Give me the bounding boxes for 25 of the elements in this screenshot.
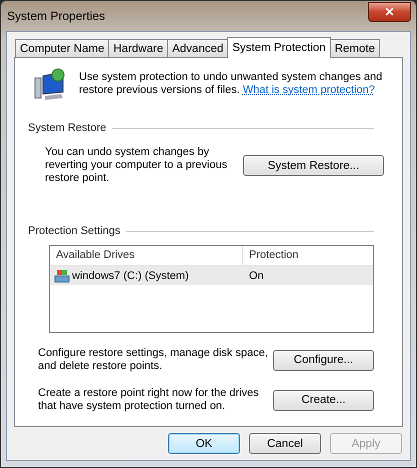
group-heading: System Restore xyxy=(28,122,106,134)
description-text: Create a restore point right now for the drives that have system protection turned on. xyxy=(38,387,260,413)
group-heading: Protection Settings xyxy=(28,225,120,237)
tab[interactable]: System Protection xyxy=(227,37,331,58)
tab[interactable]: Advanced xyxy=(167,39,228,57)
description-text: Configure restore settings, manage disk space, and delete restore points. xyxy=(38,347,269,373)
column-header[interactable]: Protection xyxy=(243,246,299,265)
action-button[interactable]: Configure... xyxy=(273,350,374,370)
description-text: You can undo system changes by reverting your computer to a previous restore point. xyxy=(45,146,228,185)
column-header[interactable]: Available Drives xyxy=(50,246,243,265)
window-title: System Properties xyxy=(7,9,106,23)
system-restore-button[interactable]: System Restore... xyxy=(242,155,384,176)
table-cell: windows7 (C:) (System) xyxy=(72,270,189,282)
tab[interactable]: Remote xyxy=(330,39,380,57)
help-link[interactable]: What is system protection? xyxy=(242,84,375,96)
dialog-button[interactable]: Cancel xyxy=(249,433,321,454)
tab[interactable]: Hardware xyxy=(108,39,168,57)
action-button[interactable]: Create... xyxy=(273,390,374,410)
tab[interactable]: Computer Name xyxy=(15,39,110,57)
drive-icon xyxy=(54,268,70,282)
intro-text: Use system protection to undo unwanted system changes and restore previous versions of files. What is system protection? xyxy=(79,71,384,97)
dialog-button[interactable]: OK xyxy=(168,433,240,454)
drive-row[interactable]: windows7 (C:) (System) On xyxy=(50,266,373,285)
close-button[interactable]: ✕ xyxy=(368,2,411,22)
table-cell-text: On xyxy=(248,270,264,282)
